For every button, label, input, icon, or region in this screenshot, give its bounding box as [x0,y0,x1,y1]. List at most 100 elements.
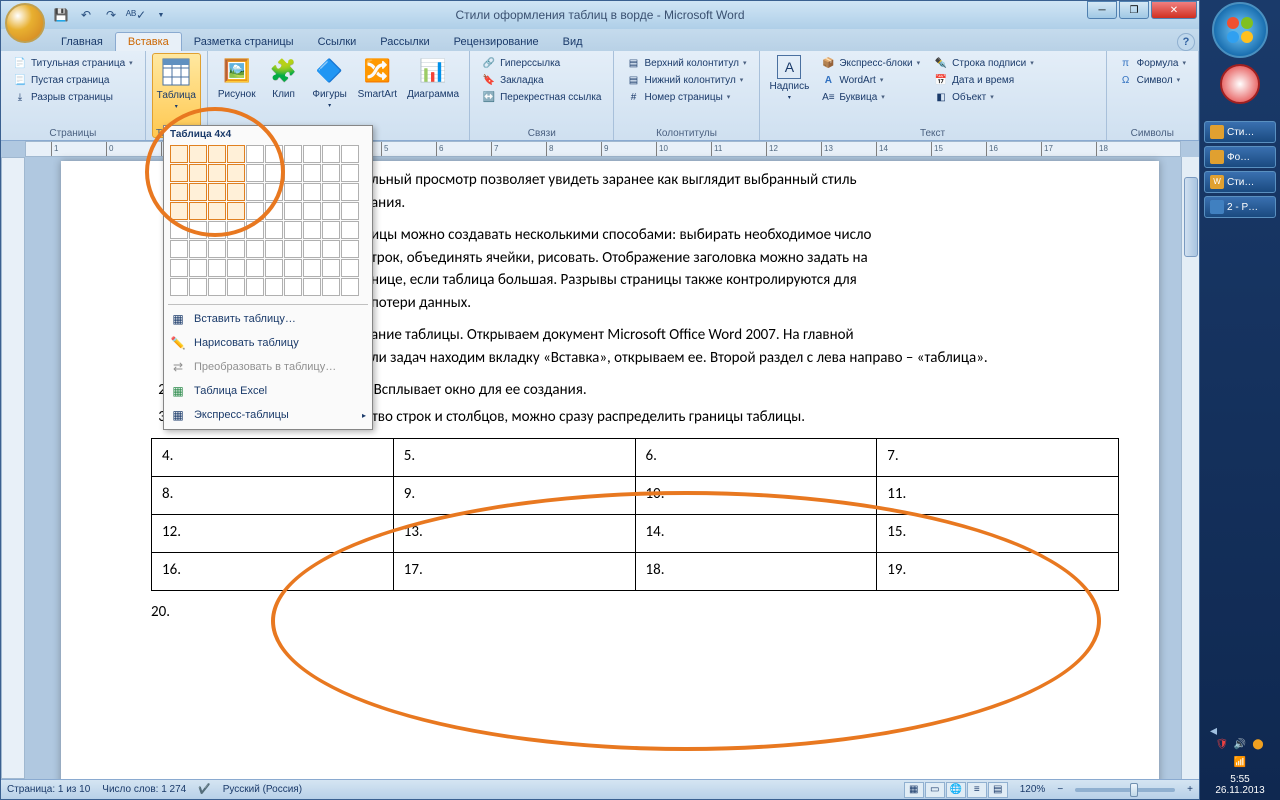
datetime-button[interactable]: 📅Дата и время [930,72,1038,88]
grid-cell[interactable] [341,183,359,201]
zoom-in[interactable]: + [1187,784,1193,795]
sigline-button[interactable]: ✒️Строка подписи▾ [930,55,1038,71]
zoom-slider[interactable] [1075,788,1175,792]
grid-cell[interactable] [227,202,245,220]
task-item[interactable]: WСти… [1204,171,1276,193]
equation-button[interactable]: πФормула▾ [1115,55,1190,71]
table-size-grid[interactable] [164,143,372,302]
grid-cell[interactable] [265,145,283,163]
grid-cell[interactable] [284,221,302,239]
grid-cell[interactable] [341,221,359,239]
tab-review[interactable]: Рецензирование [442,33,551,51]
table-cell[interactable]: 16. [152,553,394,591]
qat-redo[interactable]: ↷ [100,4,122,26]
grid-cell[interactable] [227,183,245,201]
grid-cell[interactable] [265,221,283,239]
tab-mailings[interactable]: Рассылки [368,33,441,51]
grid-cell[interactable] [208,278,226,296]
task-item[interactable]: Сти… [1204,121,1276,143]
grid-cell[interactable] [341,259,359,277]
grid-cell[interactable] [227,278,245,296]
grid-cell[interactable] [208,164,226,182]
office-button[interactable] [5,3,45,43]
grid-cell[interactable] [246,145,264,163]
bookmark-button[interactable]: 🔖Закладка [478,72,605,88]
grid-cell[interactable] [265,240,283,258]
grid-cell[interactable] [208,202,226,220]
hyperlink-button[interactable]: 🔗Гиперссылка [478,55,605,71]
document-table[interactable]: 4.5.6.7. 8.9.10.11. 12.13.14.15. 16.17.1… [151,438,1119,591]
grid-cell[interactable] [284,202,302,220]
maximize-button[interactable]: ❐ [1119,1,1149,19]
vertical-scrollbar[interactable] [1181,157,1199,779]
view-outline[interactable]: ≡ [967,782,987,798]
task-item[interactable]: 2 - Р… [1204,196,1276,218]
table-cell[interactable]: 5. [393,439,635,477]
tab-insert[interactable]: Вставка [115,32,182,51]
table-cell[interactable]: 9. [393,477,635,515]
scrollbar-thumb[interactable] [1184,177,1198,257]
status-words[interactable]: Число слов: 1 274 [102,784,186,795]
grid-cell[interactable] [322,259,340,277]
table-cell[interactable]: 4. [152,439,394,477]
insert-table-item[interactable]: ▦Вставить таблицу… [164,307,372,331]
cover-page-button[interactable]: 📄Титульная страница▾ [9,55,137,71]
table-cell[interactable]: 13. [393,515,635,553]
grid-cell[interactable] [341,278,359,296]
table-cell[interactable]: 17. [393,553,635,591]
tray-volume-icon[interactable]: 🔊 [1233,739,1247,753]
grid-cell[interactable] [246,259,264,277]
table-cell[interactable]: 18. [635,553,877,591]
tray-network-icon[interactable]: 📶 [1233,757,1247,771]
grid-cell[interactable] [170,240,188,258]
yandex-icon[interactable] [1220,64,1260,104]
tab-references[interactable]: Ссылки [306,33,369,51]
grid-cell[interactable] [265,278,283,296]
grid-cell[interactable] [189,164,207,182]
pagenum-button[interactable]: #Номер страницы▾ [622,89,750,105]
table-cell[interactable]: 11. [877,477,1119,515]
object-button[interactable]: ◧Объект▾ [930,89,1038,105]
status-zoom[interactable]: 120% [1020,784,1046,795]
grid-cell[interactable] [189,259,207,277]
table-cell[interactable]: 14. [635,515,877,553]
status-page[interactable]: Страница: 1 из 10 [7,784,90,795]
grid-cell[interactable] [189,183,207,201]
textbox-button[interactable]: AНадпись▾ [766,53,814,138]
tray-security-icon[interactable]: 🛡 [1215,739,1229,753]
grid-cell[interactable] [246,183,264,201]
grid-cell[interactable] [303,259,321,277]
grid-cell[interactable] [246,221,264,239]
grid-cell[interactable] [208,259,226,277]
grid-cell[interactable] [189,145,207,163]
grid-cell[interactable] [303,183,321,201]
grid-cell[interactable] [265,259,283,277]
header-button[interactable]: ▤Верхний колонтитул▾ [622,55,750,71]
grid-cell[interactable] [208,145,226,163]
tray-antivirus-icon[interactable]: ⬤ [1251,739,1265,753]
tray-date[interactable]: 26.11.2013 [1204,785,1276,796]
table-cell[interactable]: 19. [877,553,1119,591]
grid-cell[interactable] [284,240,302,258]
grid-cell[interactable] [341,164,359,182]
grid-cell[interactable] [208,240,226,258]
grid-cell[interactable] [322,240,340,258]
grid-cell[interactable] [189,240,207,258]
blank-page-button[interactable]: 📃Пустая страница [9,72,137,88]
grid-cell[interactable] [170,164,188,182]
grid-cell[interactable] [265,183,283,201]
grid-cell[interactable] [170,259,188,277]
grid-cell[interactable] [170,278,188,296]
grid-cell[interactable] [227,240,245,258]
grid-cell[interactable] [303,240,321,258]
symbol-button[interactable]: ΩСимвол▾ [1115,72,1190,88]
grid-cell[interactable] [189,221,207,239]
view-web[interactable]: 🌐 [946,782,966,798]
vertical-ruler[interactable] [1,157,25,779]
grid-cell[interactable] [246,164,264,182]
grid-cell[interactable] [170,221,188,239]
qat-save[interactable]: 💾 [50,4,72,26]
tab-home[interactable]: Главная [49,33,115,51]
task-item[interactable]: Фо… [1204,146,1276,168]
grid-cell[interactable] [284,183,302,201]
